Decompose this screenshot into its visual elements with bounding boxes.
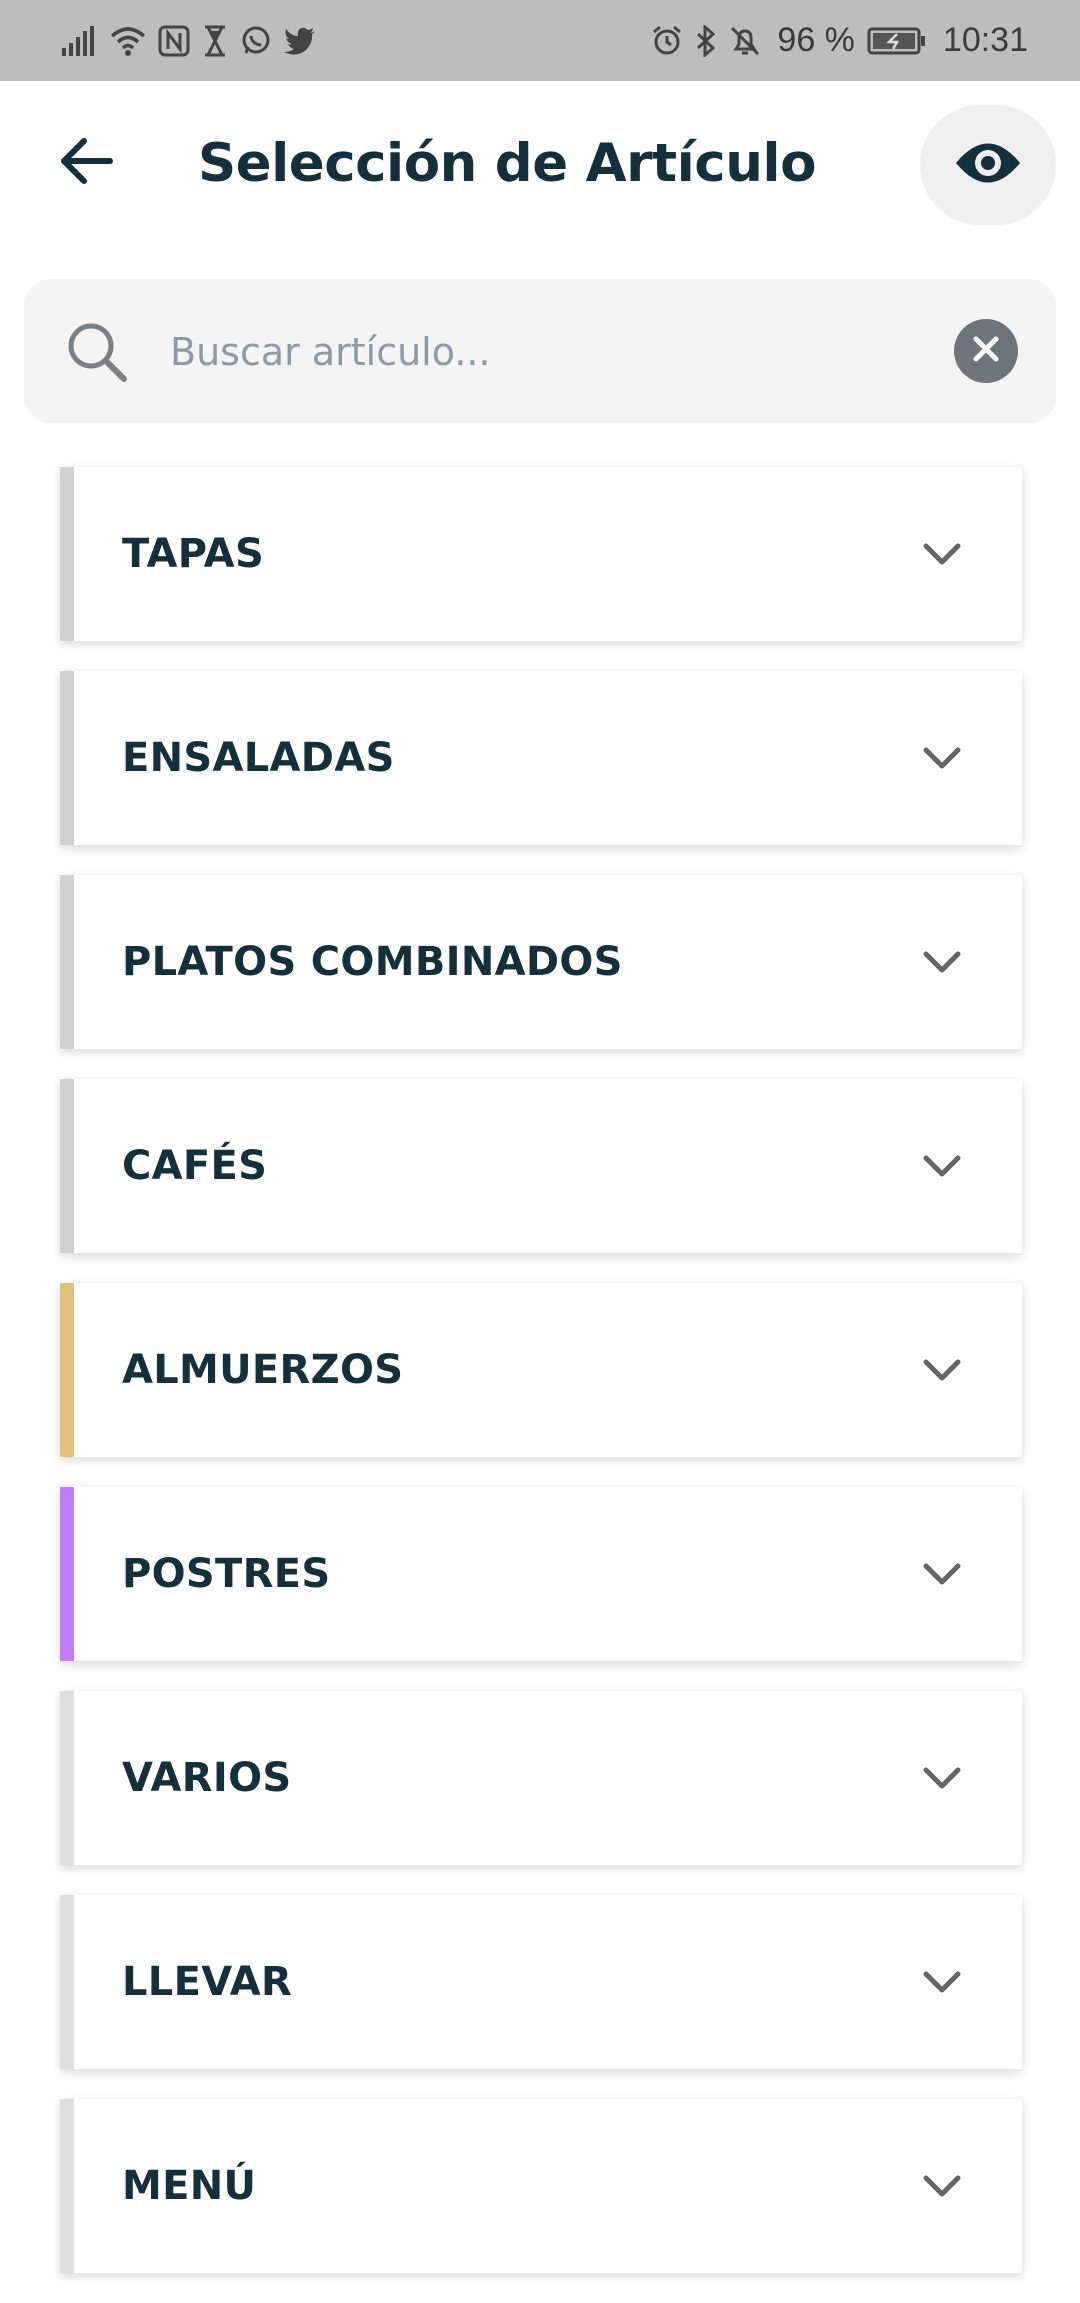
chevron-down-icon [920, 1552, 964, 1596]
chevron-down-icon [920, 940, 964, 984]
whatsapp-icon [240, 25, 272, 57]
alarm-icon [651, 25, 683, 57]
battery-percentage: 96 % [777, 21, 855, 59]
chevron-down-icon [920, 1960, 964, 2004]
status-bar: 96 % 10:31 [0, 0, 1080, 81]
chevron-down-icon [920, 2164, 964, 2208]
clear-search-button[interactable] [954, 319, 1018, 383]
category-label: PLATOS COMBINADOS [122, 939, 623, 985]
category-item-cafes[interactable]: CAFÉS [60, 1079, 1022, 1253]
signal-icon [62, 25, 98, 56]
chevron-down-icon [920, 532, 964, 576]
eye-icon [954, 140, 1022, 190]
category-item-varios[interactable]: VARIOS [60, 1691, 1022, 1865]
category-label: LLEVAR [122, 1959, 293, 2005]
page-title: Selección de Artículo [197, 133, 817, 194]
app-header: Selección de Artículo [0, 81, 1080, 249]
search-icon [62, 317, 134, 389]
chevron-down-icon [920, 1144, 964, 1188]
chevron-down-icon [920, 1756, 964, 1800]
category-item-tapas[interactable]: TAPAS [60, 467, 1022, 641]
search-bar [24, 279, 1056, 423]
category-item-menu[interactable]: MENÚ [60, 2099, 1022, 2273]
bell-off-icon [729, 25, 761, 57]
status-bar-right: 96 % 10:31 [651, 21, 1028, 60]
category-label: VARIOS [122, 1755, 292, 1801]
category-label: ALMUERZOS [122, 1347, 404, 1393]
category-label: CAFÉS [122, 1143, 268, 1189]
category-item-almuerzos[interactable]: ALMUERZOS [60, 1283, 1022, 1457]
twitter-icon [284, 27, 316, 55]
chevron-down-icon [920, 736, 964, 780]
category-item-llevar[interactable]: LLEVAR [60, 1895, 1022, 2069]
chevron-down-icon [920, 1348, 964, 1392]
clock-time: 10:31 [942, 21, 1028, 59]
search-input[interactable] [168, 311, 952, 393]
category-label: TAPAS [122, 531, 265, 577]
category-item-postres[interactable]: POSTRES [60, 1487, 1022, 1661]
category-label: POSTRES [122, 1551, 331, 1597]
nfc-icon [158, 25, 190, 57]
clear-icon [971, 334, 1001, 368]
status-bar-left [62, 25, 316, 57]
battery-charging-icon [867, 26, 927, 56]
category-label: ENSALADAS [122, 735, 395, 781]
wifi-icon [110, 26, 146, 56]
category-item-ensaladas[interactable]: ENSALADAS [60, 671, 1022, 845]
toggle-view-button[interactable] [920, 105, 1056, 225]
hourglass-icon [202, 25, 228, 57]
category-item-platos-combinados[interactable]: PLATOS COMBINADOS [60, 875, 1022, 1049]
category-list: TAPAS ENSALADAS PLATOS COMBINADOS CAFÉS … [60, 467, 1022, 2303]
category-label: MENÚ [122, 2163, 257, 2209]
bluetooth-icon [695, 24, 717, 57]
